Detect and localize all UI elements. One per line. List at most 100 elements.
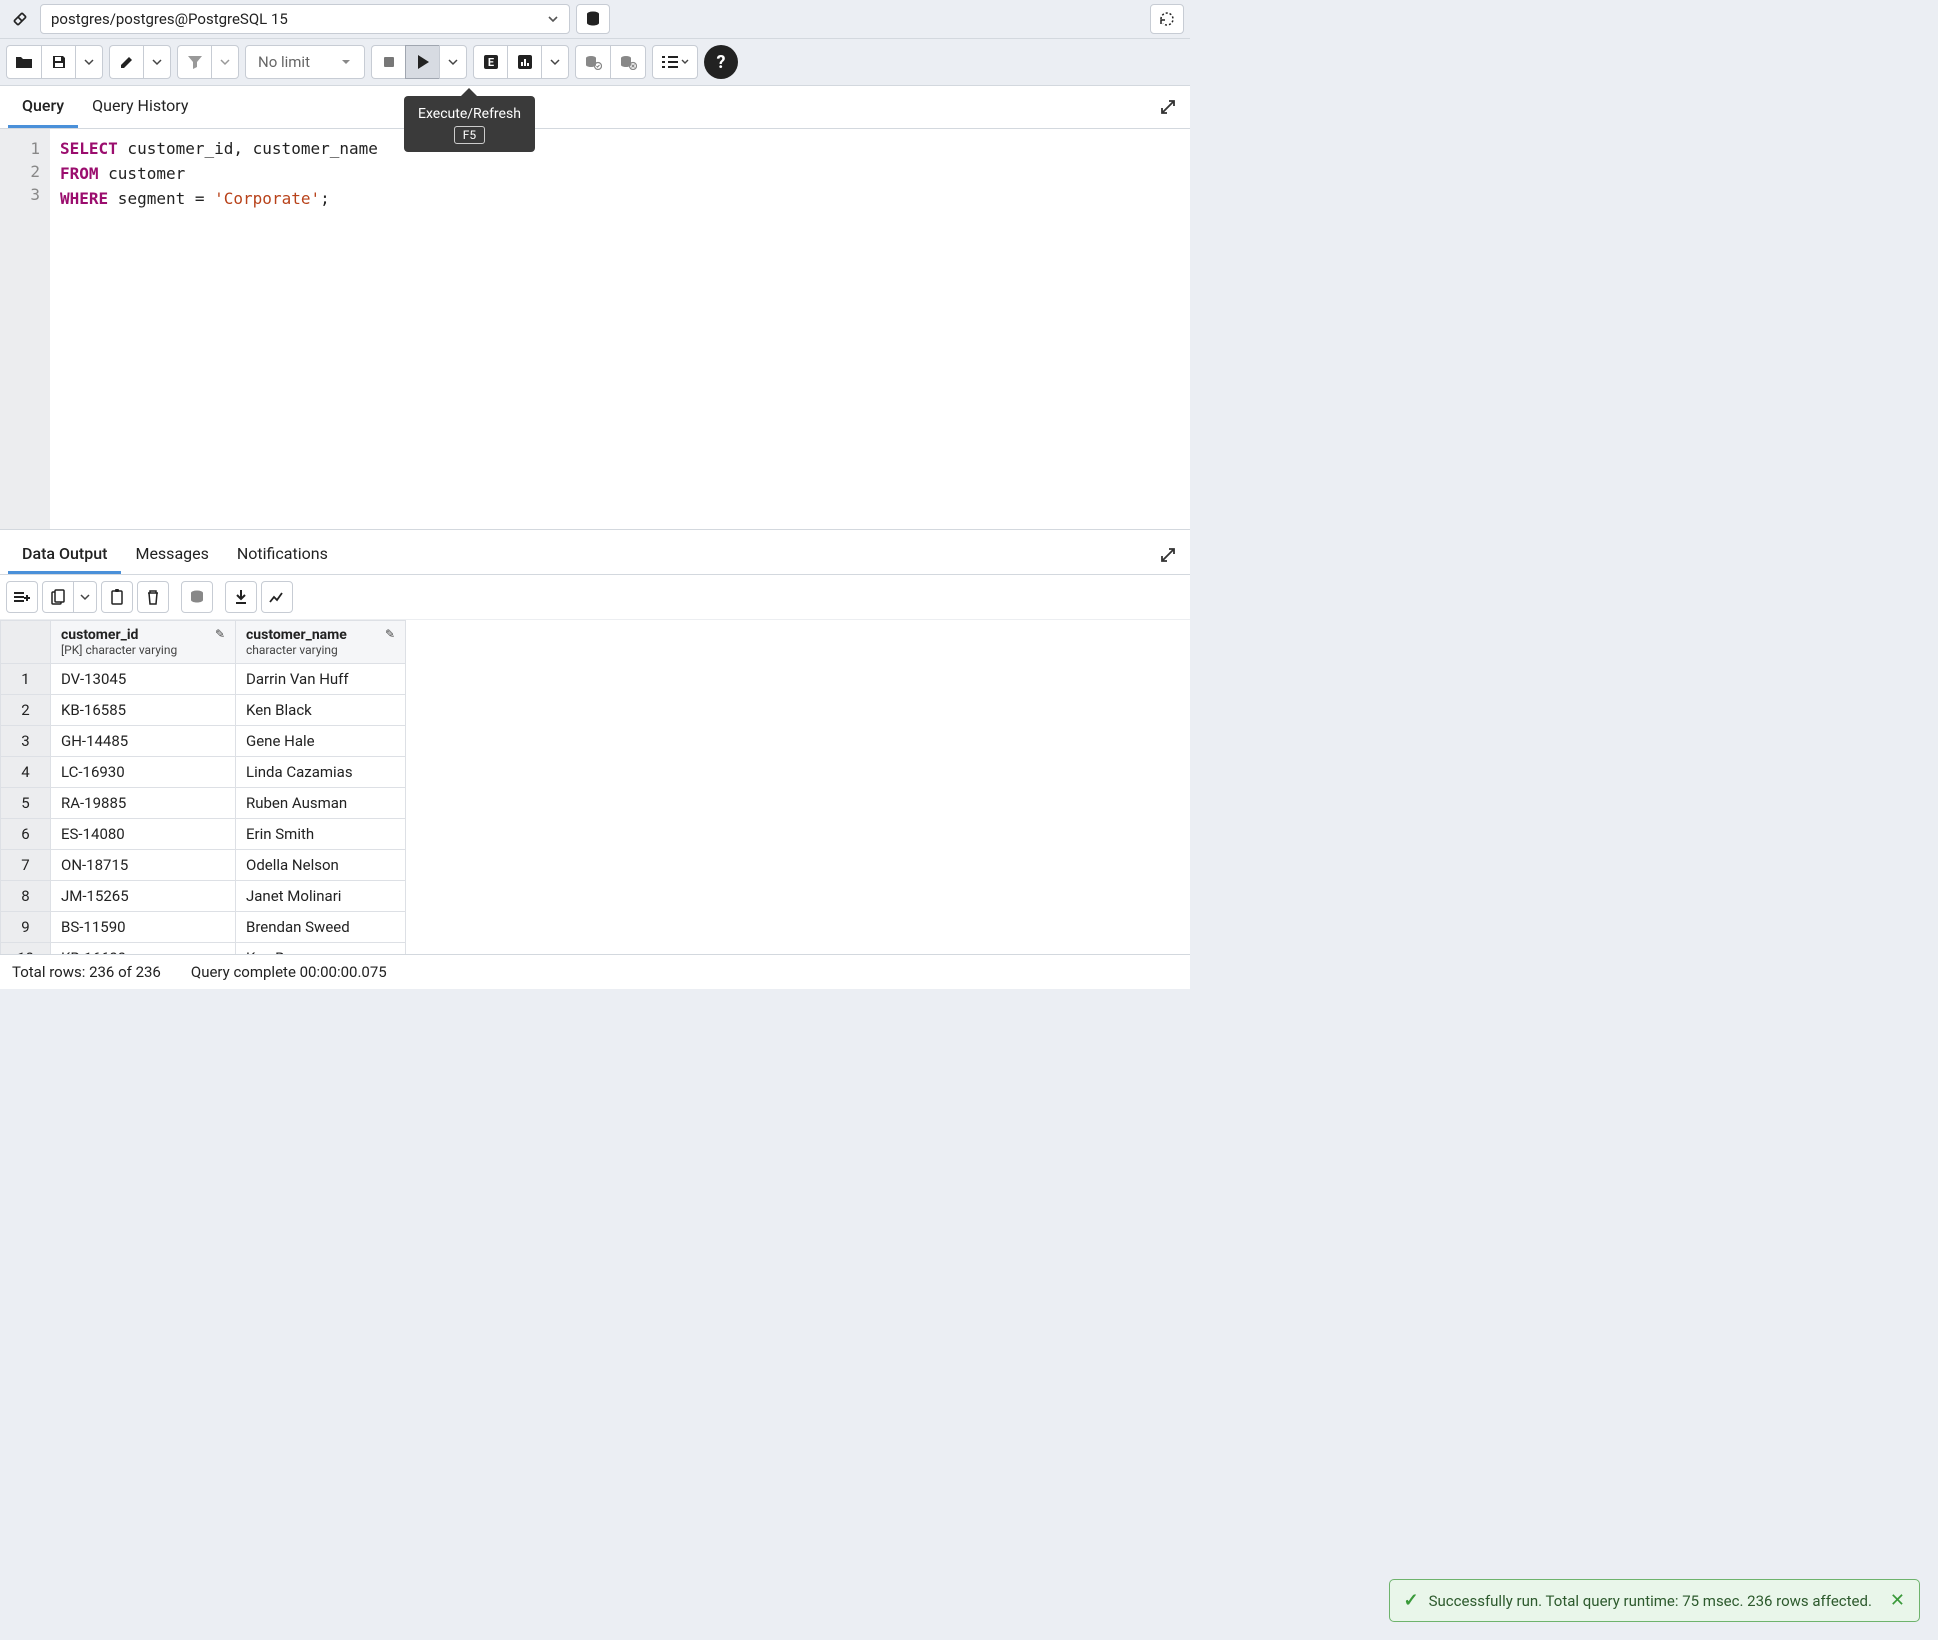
expand-results-icon[interactable] [1154,541,1182,569]
paste-button[interactable] [101,581,133,613]
row-number[interactable]: 3 [1,726,51,757]
reset-layout-button[interactable] [1150,4,1184,34]
cell[interactable]: Gene Hale [236,726,406,757]
execute-dropdown[interactable] [439,45,467,79]
row-number[interactable]: 1 [1,664,51,695]
open-file-button[interactable] [6,45,41,79]
cell[interactable]: Ruben Ausman [236,788,406,819]
cell[interactable]: LC-16930 [51,757,236,788]
cell[interactable]: GH-14485 [51,726,236,757]
macros-button[interactable] [652,45,698,79]
rollback-button[interactable] [610,45,646,79]
copy-button[interactable] [42,581,74,613]
row-number[interactable]: 7 [1,850,51,881]
row-number[interactable]: 9 [1,912,51,943]
copy-dropdown[interactable] [74,581,97,613]
filter-button[interactable] [177,45,211,79]
edit-column-icon[interactable]: ✎ [215,627,225,641]
cell[interactable]: ON-18715 [51,850,236,881]
cell[interactable]: Erin Smith [236,819,406,850]
execute-button[interactable] [405,45,439,79]
row-number[interactable]: 4 [1,757,51,788]
line-gutter: 123 [0,129,50,529]
cell[interactable]: JM-15265 [51,881,236,912]
row-number[interactable]: 6 [1,819,51,850]
cell[interactable]: Janet Molinari [236,881,406,912]
explain-dropdown[interactable] [541,45,569,79]
column-header[interactable]: ✎customer_id[PK] character varying [51,621,236,664]
results-grid-scroll[interactable]: ✎customer_id[PK] character varying✎custo… [0,620,1190,954]
table-row[interactable]: 1DV-13045Darrin Van Huff [1,664,406,695]
close-icon[interactable]: ✕ [1890,1590,1905,1611]
success-toast: ✓ Successfully run. Total query runtime:… [1389,1579,1920,1622]
table-row[interactable]: 5RA-19885Ruben Ausman [1,788,406,819]
save-dropdown[interactable] [75,45,103,79]
row-header-corner [1,621,51,664]
tab-query-history[interactable]: Query History [78,86,202,128]
editor-tabs: Query Query History [0,86,1190,129]
execute-tooltip: Execute/Refresh F5 [404,96,535,152]
active-database-button[interactable] [576,4,610,34]
table-row[interactable]: 7ON-18715Odella Nelson [1,850,406,881]
expand-editor-icon[interactable] [1154,93,1182,121]
limit-select[interactable]: No limit [245,45,365,79]
svg-text:E: E [487,56,493,69]
cell[interactable]: ES-14080 [51,819,236,850]
row-number[interactable]: 2 [1,695,51,726]
copy-group [42,581,97,613]
cell[interactable]: Ken Brennan [236,943,406,955]
line-number: 1 [0,137,50,160]
cell[interactable]: Ken Black [236,695,406,726]
save-data-button[interactable] [181,581,213,613]
cell[interactable]: BS-11590 [51,912,236,943]
explain-group: E [473,45,569,79]
table-row[interactable]: 3GH-14485Gene Hale [1,726,406,757]
download-button[interactable] [225,581,257,613]
cell[interactable]: Darrin Van Huff [236,664,406,695]
tab-notifications[interactable]: Notifications [223,536,342,574]
code-area[interactable]: SELECT customer_id, customer_nameFROM cu… [50,129,1190,529]
row-number[interactable]: 5 [1,788,51,819]
cell[interactable]: KB-16600 [51,943,236,955]
table-row[interactable]: 4LC-16930Linda Cazamias [1,757,406,788]
graph-button[interactable] [261,581,293,613]
stop-button[interactable] [371,45,405,79]
results-panel: Data Output Messages Notifications [0,529,1190,989]
main-toolbar: No limit E [0,39,1190,86]
cell[interactable]: RA-19885 [51,788,236,819]
table-row[interactable]: 8JM-15265Janet Molinari [1,881,406,912]
connection-select[interactable]: postgres/postgres@PostgreSQL 15 [40,4,570,34]
filter-dropdown[interactable] [211,45,239,79]
macro-group [652,45,698,79]
filter-group [177,45,239,79]
edit-group [109,45,171,79]
status-query-complete: Query complete 00:00:00.075 [191,963,387,981]
save-button[interactable] [41,45,75,79]
edit-dropdown[interactable] [143,45,171,79]
table-row[interactable]: 10KB-16600Ken Brennan [1,943,406,955]
cell[interactable]: Brendan Sweed [236,912,406,943]
column-header[interactable]: ✎customer_namecharacter varying [236,621,406,664]
table-row[interactable]: 9BS-11590Brendan Sweed [1,912,406,943]
delete-row-button[interactable] [137,581,169,613]
tab-data-output[interactable]: Data Output [8,536,121,574]
commit-button[interactable] [575,45,610,79]
cell[interactable]: DV-13045 [51,664,236,695]
row-number[interactable]: 10 [1,943,51,955]
cell[interactable]: Odella Nelson [236,850,406,881]
table-row[interactable]: 2KB-16585Ken Black [1,695,406,726]
sql-editor[interactable]: 123 SELECT customer_id, customer_nameFRO… [0,129,1190,529]
cell[interactable]: Linda Cazamias [236,757,406,788]
table-row[interactable]: 6ES-14080Erin Smith [1,819,406,850]
edit-column-icon[interactable]: ✎ [385,627,395,641]
tab-query[interactable]: Query [8,86,78,128]
add-row-button[interactable] [6,581,38,613]
cell[interactable]: KB-16585 [51,695,236,726]
chevron-down-icon [547,13,559,25]
explain-analyze-button[interactable] [507,45,541,79]
tab-messages[interactable]: Messages [121,536,222,574]
explain-button[interactable]: E [473,45,507,79]
row-number[interactable]: 8 [1,881,51,912]
help-button[interactable]: ? [704,45,738,79]
edit-button[interactable] [109,45,143,79]
